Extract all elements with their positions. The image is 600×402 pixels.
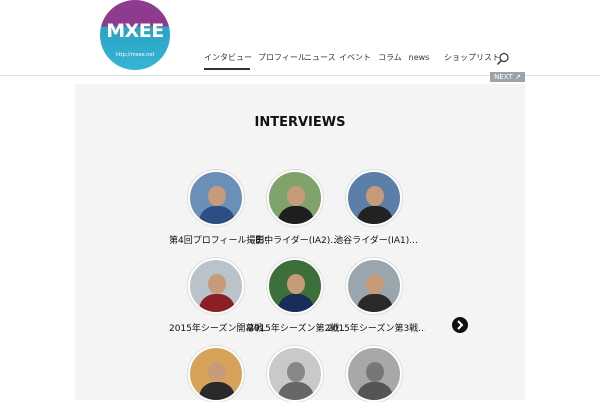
- interview-thumbnail[interactable]: [267, 170, 323, 226]
- site-header: MXEE http://mxee.net インタビュー プロフィール ニュース …: [0, 0, 600, 76]
- nav-item-interviews[interactable]: インタビュー: [204, 50, 252, 70]
- interview-caption[interactable]: 2015年シーズン第3戦...: [327, 321, 425, 334]
- logo-text: MXEE: [106, 20, 164, 42]
- interview-thumbnail[interactable]: [346, 258, 402, 314]
- interview-thumbnail[interactable]: [188, 346, 244, 402]
- interview-thumbnail[interactable]: [346, 170, 402, 226]
- nav-item-profile[interactable]: プロフィール: [258, 50, 306, 70]
- interview-caption[interactable]: 池谷ライダー(IA1)...: [327, 233, 425, 246]
- nav-item-events[interactable]: イベント: [339, 50, 371, 70]
- interview-thumbnail[interactable]: [267, 346, 323, 402]
- site-logo[interactable]: MXEE http://mxee.net: [100, 0, 170, 70]
- interview-thumbnail[interactable]: [267, 258, 323, 314]
- interview-thumbnail[interactable]: [188, 170, 244, 226]
- nav-item-news[interactable]: news: [407, 50, 431, 70]
- search-icon[interactable]: [496, 51, 510, 65]
- nav-item-news-ja[interactable]: ニュース: [304, 50, 336, 70]
- interview-thumbnail[interactable]: [346, 346, 402, 402]
- logo-url: http://mxee.net: [115, 52, 155, 58]
- next-label: NEXT: [494, 73, 513, 81]
- next-page-button[interactable]: [452, 317, 468, 333]
- section-title: INTERVIEWS: [254, 115, 346, 130]
- interview-thumbnail[interactable]: [188, 258, 244, 314]
- next-tag[interactable]: NEXT ↗: [490, 72, 525, 82]
- nav-item-column[interactable]: コラム: [378, 50, 402, 70]
- chevron-right-icon: [457, 320, 464, 330]
- nav-item-shoplist[interactable]: ショップリスト: [444, 50, 500, 70]
